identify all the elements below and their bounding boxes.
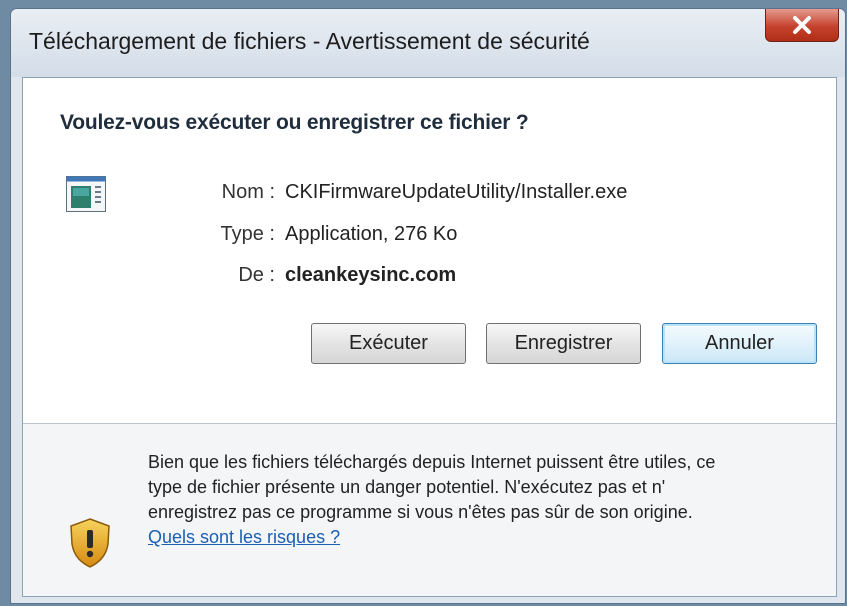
warning-panel: Bien que les fichiers téléchargés depuis…: [23, 424, 836, 596]
close-button[interactable]: [765, 9, 839, 42]
from-label: De :: [238, 264, 275, 286]
title-bar[interactable]: Téléchargement de fichiers - Avertisseme…: [11, 9, 845, 77]
type-label: Type :: [220, 223, 275, 245]
dialog-question: Voulez-vous exécuter ou enregistrer ce f…: [60, 111, 529, 134]
shield-warning-icon: [70, 518, 110, 568]
file-name: CKIFirmwareUpdateUtility/Installer.exe: [285, 181, 628, 203]
warning-text: Bien que les fichiers téléchargés depuis…: [148, 450, 838, 550]
warning-line: Bien que les fichiers téléchargés depuis…: [148, 452, 716, 472]
dialog-content: Voulez-vous exécuter ou enregistrer ce f…: [22, 77, 837, 597]
warning-line: type de fichier présente un danger poten…: [148, 477, 666, 497]
warning-line: enregistrez pas ce programme si vous n'ê…: [148, 502, 693, 522]
cancel-button[interactable]: Annuler: [662, 323, 817, 364]
download-security-dialog: Téléchargement de fichiers - Avertisseme…: [10, 8, 846, 604]
application-icon: [66, 176, 106, 212]
name-label: Nom :: [221, 181, 275, 203]
file-type: Application, 276 Ko: [285, 223, 458, 245]
risks-link[interactable]: Quels sont les risques ?: [148, 527, 340, 547]
file-source: cleankeysinc.com: [285, 264, 457, 286]
save-button[interactable]: Enregistrer: [486, 323, 641, 364]
window-title: Téléchargement de fichiers - Avertisseme…: [29, 28, 590, 54]
close-icon: [793, 16, 811, 34]
run-button[interactable]: Exécuter: [311, 323, 466, 364]
